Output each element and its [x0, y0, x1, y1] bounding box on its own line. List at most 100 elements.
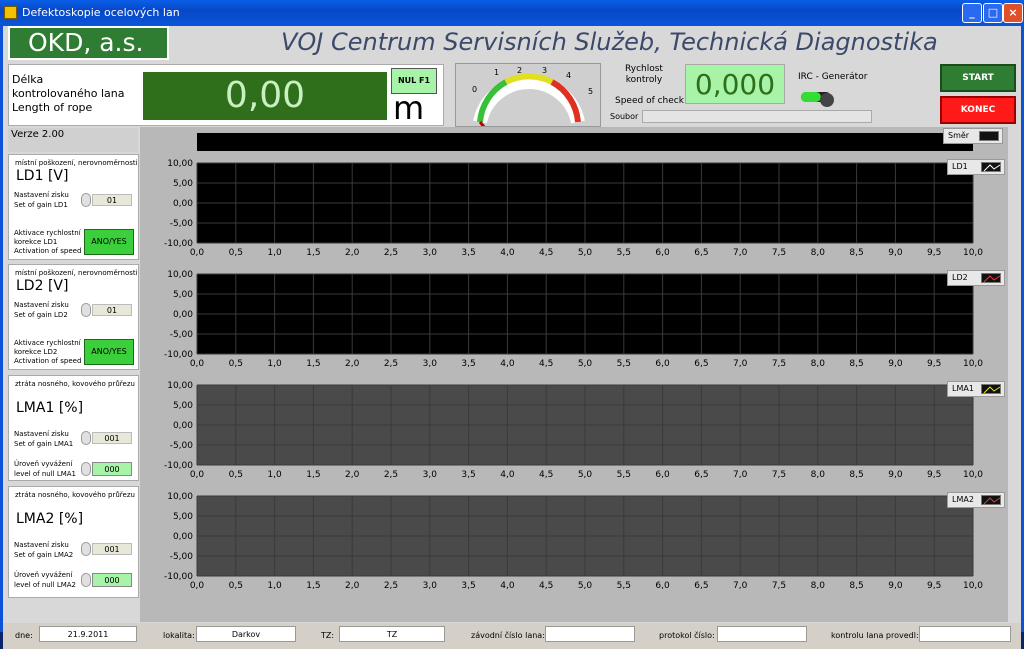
- gain-value[interactable]: 01: [92, 194, 132, 206]
- channel-name: LD1 [V]: [16, 168, 69, 184]
- channel-panel-1: místní poškození, nerovnoměrnosti LD1 [V]…: [8, 154, 139, 260]
- chart-1: 0,0 0,5 1,0 1,5 2,0 2,5 3,0 3,5 4,0 4,5 5,0 5,5 6,0 6…: [141, 157, 1007, 265]
- activation-label-en: Activation of speed: [14, 357, 82, 365]
- start-button[interactable]: START: [940, 64, 1016, 92]
- x-tick-label: 5,0: [578, 248, 593, 258]
- location-field[interactable]: Darkov: [196, 626, 296, 642]
- gauge-tick: 5: [588, 87, 593, 96]
- y-tick-label: 0,00: [173, 421, 193, 431]
- gain-label-cz: Nastavení zisku: [14, 301, 69, 309]
- irc-toggle-switch[interactable]: [799, 86, 837, 107]
- x-tick-label: 1,0: [267, 359, 282, 369]
- x-tick-label: 10,0: [963, 359, 983, 369]
- length-label-en: Length of rope: [12, 101, 93, 114]
- y-tick-label: 0,00: [173, 532, 193, 542]
- x-tick-label: 7,0: [733, 470, 748, 480]
- app-heading: VOJ Centrum Servisních Služeb, Technická…: [281, 28, 938, 56]
- x-tick-label: 8,0: [811, 581, 826, 591]
- rope-length-display: 0,00: [143, 72, 387, 120]
- status-bar: dne: 21.9.2011 lokalita: Darkov TZ: TZ z…: [3, 623, 1021, 649]
- legend-label: LD1: [952, 162, 968, 171]
- y-tick-label: -10,00: [164, 350, 193, 360]
- x-tick-label: 10,0: [963, 248, 983, 258]
- end-button[interactable]: KONEC: [940, 96, 1016, 124]
- x-tick-label: 2,5: [384, 359, 398, 369]
- rope-number-field[interactable]: [545, 626, 635, 642]
- gain-spinner[interactable]: [81, 431, 91, 445]
- x-tick-label: 0,0: [190, 359, 205, 369]
- x-tick-label: 7,5: [772, 470, 786, 480]
- null-spinner[interactable]: [81, 573, 91, 587]
- y-tick-label: -10,00: [164, 572, 193, 582]
- gain-label-cz: Nastavení zisku: [14, 430, 69, 438]
- x-tick-label: 5,5: [617, 470, 631, 480]
- app-window: Defektoskopie ocelových lan _ □ × OKD, a…: [0, 0, 1024, 649]
- x-tick-label: 2,5: [384, 248, 398, 258]
- gain-label-en: Set of gain LMA2: [14, 551, 74, 559]
- gain-value[interactable]: 01: [92, 304, 132, 316]
- x-tick-label: 7,5: [772, 248, 786, 258]
- tz-field[interactable]: TZ: [339, 626, 445, 642]
- activation-label-en: Activation of speed: [14, 247, 82, 255]
- x-tick-label: 3,5: [461, 581, 475, 591]
- minimize-button[interactable]: _: [962, 3, 982, 23]
- speed-correction-button[interactable]: ANO/YES: [84, 229, 134, 255]
- x-tick-label: 0,0: [190, 470, 205, 480]
- window-title: Defektoskopie ocelových lan: [22, 6, 180, 19]
- file-field[interactable]: [642, 110, 872, 123]
- x-tick-label: 2,0: [345, 248, 360, 258]
- y-tick-label: 10,00: [167, 270, 193, 280]
- y-tick-label: 10,00: [167, 159, 193, 169]
- legend-swatch: [981, 162, 1001, 172]
- legend-swatch: [981, 273, 1001, 283]
- x-tick-label: 5,5: [617, 581, 631, 591]
- x-tick-label: 0,0: [190, 248, 205, 258]
- speed-correction-button[interactable]: ANO/YES: [84, 339, 134, 365]
- gain-spinner[interactable]: [81, 303, 91, 317]
- x-tick-label: 8,5: [849, 581, 863, 591]
- close-button[interactable]: ×: [1003, 3, 1023, 23]
- x-tick-label: 8,5: [849, 470, 863, 480]
- x-tick-label: 4,0: [500, 248, 515, 258]
- y-tick-label: -10,00: [164, 461, 193, 471]
- gain-spinner[interactable]: [81, 542, 91, 556]
- rope-number-label: závodní číslo lana:: [471, 631, 545, 640]
- direction-legend: Směr: [943, 128, 1003, 144]
- length-unit: m: [393, 89, 425, 127]
- x-tick-label: 0,0: [190, 581, 205, 591]
- inspector-field[interactable]: [919, 626, 1011, 642]
- protocol-field[interactable]: [717, 626, 807, 642]
- y-tick-label: -5,00: [170, 441, 194, 451]
- legend-swatch: [981, 384, 1001, 394]
- series-legend: LMA2: [947, 492, 1005, 508]
- gain-value[interactable]: 001: [92, 543, 132, 555]
- null-spinner[interactable]: [81, 462, 91, 476]
- gain-value[interactable]: 001: [92, 432, 132, 444]
- x-tick-label: 2,0: [345, 470, 360, 480]
- x-tick-label: 6,5: [694, 359, 708, 369]
- title-bar: Defektoskopie ocelových lan _ □ ×: [0, 0, 1024, 26]
- x-tick-label: 10,0: [963, 470, 983, 480]
- null-level-label-cz: Úroveň vyvážení: [14, 571, 73, 579]
- date-field[interactable]: 21.9.2011: [39, 626, 137, 642]
- null-level-label-en: level of null LMA2: [14, 581, 77, 589]
- x-tick-label: 9,0: [888, 359, 903, 369]
- series-legend: LMA1: [947, 381, 1005, 397]
- length-label-cz1: Délka: [12, 73, 44, 86]
- maximize-button[interactable]: □: [983, 3, 1003, 23]
- x-tick-label: 2,5: [384, 470, 398, 480]
- null-level-label-cz: Úroveň vyvážení: [14, 460, 73, 468]
- irc-label: IRC - Generátor: [798, 72, 868, 82]
- activation-label-cz1: Aktivace rychlostní: [14, 229, 81, 237]
- null-level-value[interactable]: 000: [92, 573, 132, 587]
- x-tick-label: 9,5: [927, 470, 941, 480]
- y-tick-label: -10,00: [164, 239, 193, 249]
- labview-icon: [4, 6, 17, 19]
- null-level-value[interactable]: 000: [92, 462, 132, 476]
- x-tick-label: 4,5: [539, 470, 553, 480]
- x-tick-label: 5,5: [617, 359, 631, 369]
- x-tick-label: 8,5: [849, 248, 863, 258]
- gain-spinner[interactable]: [81, 193, 91, 207]
- x-tick-label: 8,5: [849, 359, 863, 369]
- chart-2: 0,0 0,5 1,0 1,5 2,0 2,5 3,0 3,5 4,0 4,5 5,0 5,5 6,0 6…: [141, 268, 1007, 376]
